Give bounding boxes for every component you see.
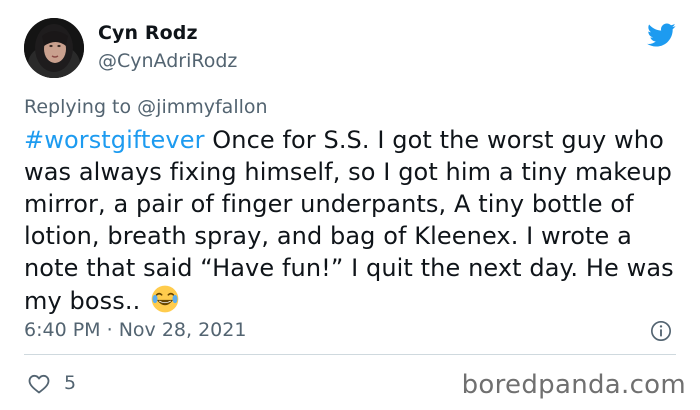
- reply-context: Replying to @jimmyfallon: [24, 96, 268, 118]
- tweet-date: Nov 28, 2021: [118, 319, 247, 341]
- display-name[interactable]: Cyn Rodz: [98, 22, 198, 44]
- laughing-emoji-icon: [151, 285, 179, 313]
- twitter-bird-icon[interactable]: [644, 20, 678, 50]
- tweet-text: #worstgiftever Once for S.S. I got the w…: [24, 124, 684, 317]
- info-icon[interactable]: [650, 320, 672, 342]
- tweet-timestamp[interactable]: 6:40 PM · Nov 28, 2021: [24, 319, 246, 341]
- like-count: 5: [64, 372, 77, 394]
- tweet-time: 6:40 PM: [24, 319, 101, 341]
- reply-mention-link[interactable]: @jimmyfallon: [137, 96, 267, 118]
- user-handle[interactable]: @CynAdriRodz: [98, 50, 237, 72]
- reply-prefix: Replying to: [24, 96, 132, 118]
- watermark: boredpanda.com: [461, 370, 686, 400]
- tweet-body: Once for S.S. I got the worst guy who wa…: [24, 126, 674, 315]
- avatar-image: [24, 18, 84, 78]
- divider: [24, 354, 676, 355]
- heart-icon[interactable]: [26, 372, 52, 396]
- hashtag-link[interactable]: #worstgiftever: [24, 126, 205, 154]
- avatar[interactable]: [24, 18, 84, 78]
- timestamp-separator: ·: [106, 319, 113, 341]
